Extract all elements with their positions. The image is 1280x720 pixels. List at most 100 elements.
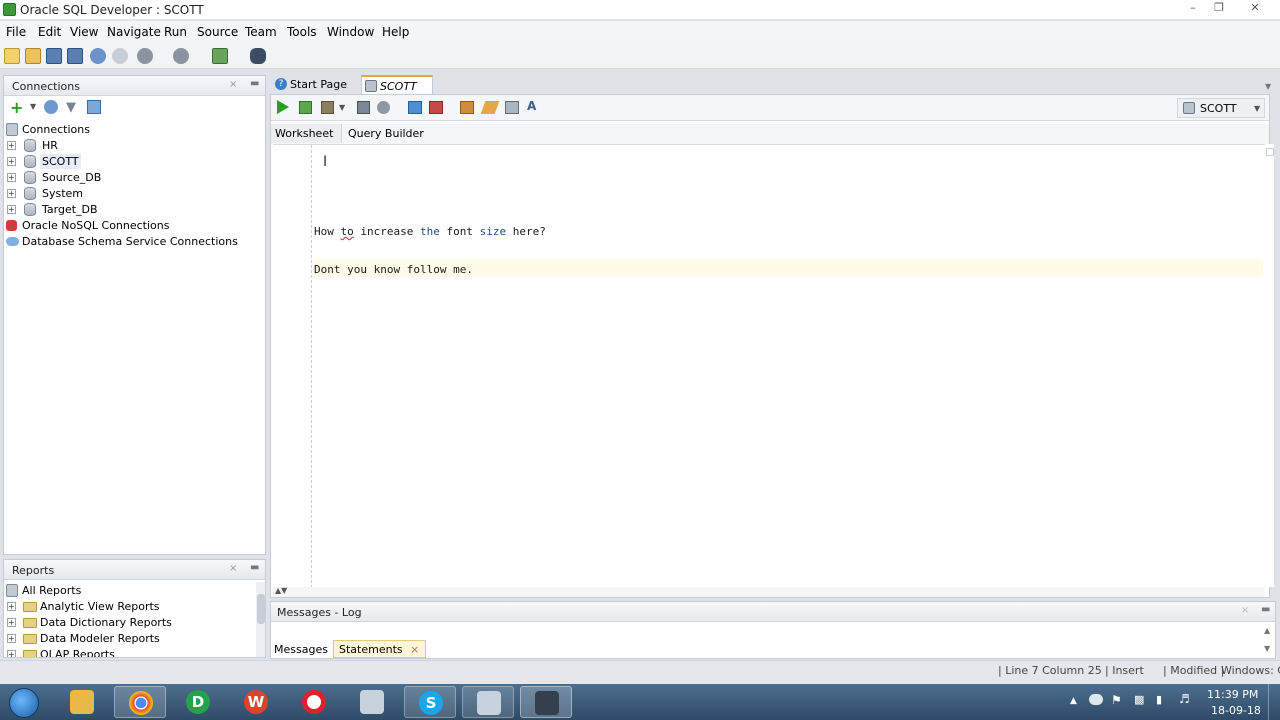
show-desktop-button[interactable] (1268, 684, 1280, 720)
expand-icon[interactable]: + (7, 650, 16, 657)
scroll-up-icon[interactable]: ▲ (1264, 626, 1270, 635)
new-file-icon[interactable] (4, 48, 20, 64)
clear-icon[interactable] (480, 101, 500, 114)
menu-navigate[interactable]: Navigate (107, 25, 161, 39)
binoculars-icon[interactable] (250, 48, 266, 64)
minimize-panel-icon[interactable]: ▬ (250, 562, 259, 573)
connection-selector[interactable]: SCOTT ▼ (1177, 98, 1265, 118)
expand-icon[interactable]: + (7, 602, 16, 611)
menu-window[interactable]: Window (327, 25, 374, 39)
menu-run[interactable]: Run (164, 25, 187, 39)
open-folder-icon[interactable] (25, 48, 41, 64)
format-icon[interactable]: A (527, 99, 536, 113)
editor-horizontal-scrollbar[interactable]: ▲▼ (273, 586, 1265, 597)
forward-icon[interactable] (173, 48, 189, 64)
menu-tools[interactable]: Tools (287, 25, 317, 39)
rollback-icon[interactable] (429, 101, 443, 114)
add-connection-icon[interactable]: + (10, 98, 23, 117)
close-panel-icon[interactable]: × (1241, 605, 1249, 616)
subtab-query-builder[interactable]: Query Builder (348, 127, 424, 140)
status-modified: | Modified | (1163, 664, 1225, 677)
menu-file[interactable]: File (6, 25, 26, 39)
editor-vertical-scrollbar[interactable] (1266, 144, 1274, 587)
sql-tuning-icon[interactable] (377, 101, 390, 114)
close-tab-icon[interactable]: × (410, 643, 419, 656)
save-icon[interactable] (46, 48, 62, 64)
menu-help[interactable]: Help (382, 25, 409, 39)
close-panel-icon[interactable]: × (229, 79, 237, 90)
taskbar-wps[interactable]: W (230, 686, 282, 718)
clock-time[interactable]: 11:39 PM (1207, 688, 1258, 701)
taskbar-skype[interactable]: S (404, 686, 456, 718)
tab-list-chevron-icon[interactable]: ▼ (1265, 82, 1271, 91)
cloud-tray-icon[interactable] (1089, 694, 1103, 705)
tab-scott[interactable]: SCOTT × (361, 75, 433, 106)
tab-label: SCOTT (380, 80, 417, 93)
minimize-panel-icon[interactable]: ▬ (1261, 604, 1270, 615)
scroll-down-icon[interactable]: ▼ (1264, 644, 1270, 653)
expand-icon[interactable]: + (7, 205, 16, 214)
menu-team[interactable]: Team (245, 25, 277, 39)
history-icon[interactable] (505, 101, 519, 114)
volume-icon[interactable]: ♬ (1179, 692, 1190, 706)
explain-plan-icon[interactable] (357, 101, 370, 114)
taskbar-chrome[interactable] (114, 686, 166, 718)
tab-messages[interactable]: Messages (274, 643, 328, 656)
run-script-icon[interactable] (299, 101, 312, 114)
taskbar-opera[interactable] (288, 686, 340, 718)
undo-icon[interactable] (90, 48, 106, 64)
chevron-down-icon[interactable]: ▼ (1254, 104, 1260, 113)
minimize-button[interactable]: – (1182, 2, 1204, 16)
tab-start-page[interactable]: ? Start Page × (272, 75, 354, 104)
back-icon[interactable] (137, 48, 153, 64)
expand-icon[interactable]: + (7, 618, 16, 627)
taskbar-d-app[interactable]: D (172, 686, 224, 718)
expand-icon[interactable]: + (7, 157, 16, 166)
taskbar-recorder[interactable] (462, 686, 514, 718)
run-statement-icon[interactable] (277, 100, 289, 114)
filter-icon[interactable]: ▼ (66, 100, 76, 115)
expand-icon[interactable]: + (7, 189, 16, 198)
expand-icon[interactable]: + (7, 141, 16, 150)
taskbar-media[interactable] (346, 686, 398, 718)
save-all-icon[interactable] (67, 48, 83, 64)
code-keyword: size (479, 225, 507, 238)
expand-icon[interactable]: + (7, 173, 16, 182)
commit-icon[interactable] (408, 101, 422, 114)
chevron-down-icon[interactable]: ▼ (339, 103, 345, 112)
subtab-worksheet[interactable]: Worksheet (271, 124, 343, 143)
scrollbar-thumb[interactable] (257, 594, 265, 624)
taskbar-explorer[interactable] (56, 686, 108, 718)
menu-edit[interactable]: Edit (38, 25, 61, 39)
close-button[interactable]: ✕ (1236, 2, 1274, 16)
maximize-button[interactable]: ❐ (1208, 2, 1230, 16)
menu-source[interactable]: Source (197, 25, 238, 39)
scroll-up-icon[interactable] (1266, 148, 1274, 156)
clock-date[interactable]: 18-09-18 (1211, 704, 1261, 717)
unshared-sql-icon[interactable] (460, 101, 474, 114)
redo-icon[interactable] (112, 48, 128, 64)
battery-icon[interactable]: ▮ (1156, 693, 1162, 706)
tab-statements[interactable]: Statements × (333, 640, 427, 658)
menu-view[interactable]: View (70, 25, 98, 39)
taskbar-sql-developer[interactable] (520, 686, 572, 718)
sql-icon[interactable] (212, 48, 228, 64)
autotrace-icon[interactable] (321, 101, 334, 114)
refresh-icon[interactable] (44, 100, 58, 114)
chevron-down-icon[interactable]: ▼ (30, 102, 36, 111)
reports-scrollbar[interactable] (256, 582, 265, 657)
main-toolbar (0, 43, 1280, 69)
start-button[interactable] (0, 686, 48, 718)
network-icon[interactable]: ▩ (1134, 693, 1144, 706)
chrome-icon (129, 691, 153, 715)
close-panel-icon[interactable]: × (229, 563, 237, 574)
sql-editor[interactable]: I (273, 144, 1265, 588)
schema-browser-icon[interactable] (87, 100, 101, 114)
expand-icon[interactable]: + (7, 634, 16, 643)
opera-icon (302, 690, 326, 714)
minimize-panel-icon[interactable]: ▬ (250, 78, 259, 89)
scroll-arrows-icon[interactable]: ▲▼ (275, 586, 287, 595)
tree-label: HR (42, 139, 58, 152)
flag-icon[interactable]: ⚑ (1111, 693, 1122, 707)
tray-expand-icon[interactable]: ▲ (1070, 696, 1077, 706)
